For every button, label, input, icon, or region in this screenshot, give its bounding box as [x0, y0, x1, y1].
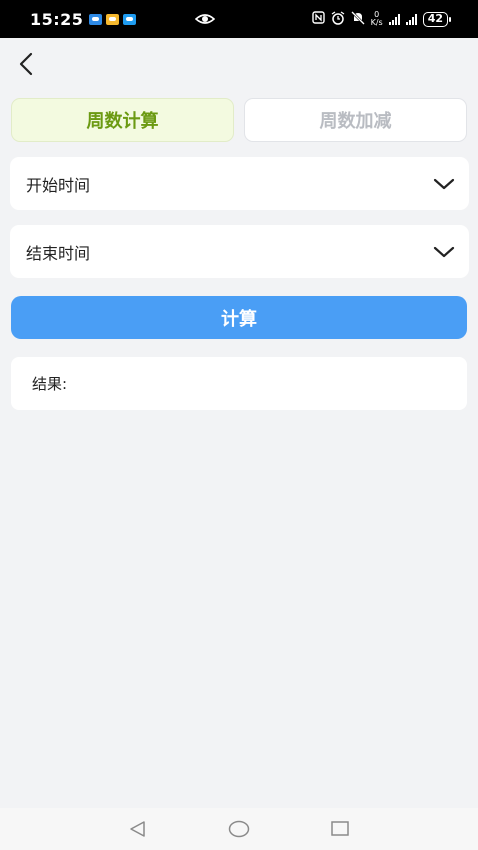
- calculate-button[interactable]: 计算: [11, 296, 467, 339]
- battery-indicator: 42: [422, 11, 452, 27]
- end-time-select[interactable]: 结束时间: [10, 225, 469, 278]
- mute-icon: [350, 10, 365, 28]
- signal-2-icon: [405, 13, 417, 25]
- circle-home-icon: [228, 820, 250, 838]
- start-time-select[interactable]: 开始时间: [10, 157, 469, 210]
- chevron-down-icon: [433, 178, 455, 189]
- calculate-button-label: 计算: [221, 308, 257, 330]
- notification-icons: [89, 13, 137, 25]
- back-button[interactable]: [12, 50, 40, 78]
- square-recents-icon: [331, 821, 349, 836]
- status-time: 15:25: [30, 9, 84, 29]
- tab-week-add-subtract-label: 周数加减: [319, 111, 392, 132]
- system-nav-bar: [0, 808, 478, 850]
- result-card: 结果:: [11, 357, 467, 410]
- back-arrow-icon: [19, 52, 33, 76]
- status-right: 0 K/s 42: [311, 0, 452, 38]
- tab-week-calculation[interactable]: 周数计算: [11, 98, 234, 142]
- email-icon: [106, 13, 120, 25]
- tab-week-add-subtract[interactable]: 周数加减: [244, 98, 467, 142]
- alarm-icon: [331, 10, 345, 28]
- message-icon: [89, 13, 103, 25]
- chevron-down-icon: [433, 246, 455, 257]
- start-time-label: 开始时间: [26, 175, 91, 195]
- net-speed-unit: K/s: [370, 18, 383, 27]
- triangle-back-icon: [130, 821, 145, 837]
- status-bar: 15:25 0 K/s 42: [0, 0, 478, 38]
- tab-week-calculation-label: 周数计算: [86, 111, 159, 132]
- signal-1-icon: [388, 13, 400, 25]
- net-speed: 0 K/s: [371, 11, 383, 27]
- nav-back-button[interactable]: [126, 818, 150, 840]
- eye-icon: [194, 10, 216, 28]
- result-label: 结果:: [32, 375, 68, 393]
- nav-recents-button[interactable]: [328, 818, 352, 840]
- nfc-icon: [311, 11, 325, 27]
- end-time-label: 结束时间: [26, 243, 91, 263]
- cloud-icon: [123, 13, 137, 25]
- nav-home-button[interactable]: [227, 818, 251, 840]
